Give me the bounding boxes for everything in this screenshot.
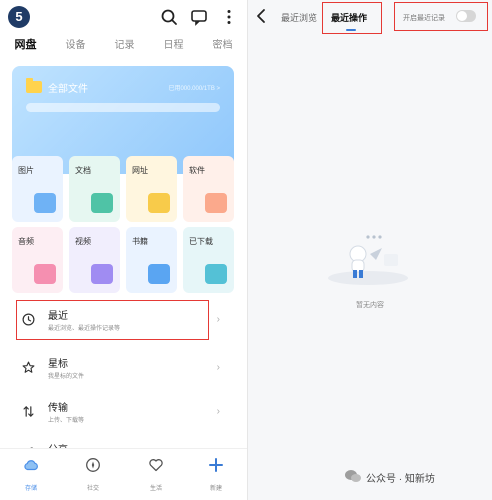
bottom-nav: 存储 社交 生活 新建 [0, 448, 247, 500]
right-screen: 最近浏览 最近操作 开启最近记录 暂无内容 公众号 · 知新坊 [248, 0, 492, 500]
book-icon [148, 264, 170, 284]
wechat-icon [345, 470, 361, 482]
heart-icon [149, 459, 163, 472]
cloud-icon [24, 460, 38, 471]
empty-state-text: 暂无内容 [356, 302, 384, 309]
star-outline-icon [22, 361, 35, 373]
transfer-icon [23, 406, 34, 417]
link-icon [205, 193, 227, 213]
chevron-right-icon: › [216, 314, 220, 325]
category-label: 文档 [75, 166, 91, 175]
highlight-box [394, 2, 488, 31]
play-icon [91, 264, 113, 284]
search-icon[interactable] [160, 8, 178, 26]
nav-new[interactable]: 新建 [196, 457, 236, 493]
nav-label: 社交 [86, 486, 99, 492]
list-item-transfer[interactable]: 传输 上传、下载等 › [12, 394, 234, 430]
avatar[interactable]: 5 [8, 6, 30, 28]
chevron-right-icon: › [216, 362, 220, 373]
list-item-title: 传输 [48, 403, 68, 414]
star-icon [148, 193, 170, 213]
category-label: 网址 [132, 166, 148, 175]
nav-life[interactable]: 生活 [136, 457, 176, 493]
left-screen: 5 网盘 设备 记录 日程 密档 全部文件 已用000.000/1TB > 图片… [0, 0, 247, 500]
nav-label: 存储 [24, 486, 37, 492]
highlight-box [16, 300, 209, 340]
more-icon[interactable] [220, 8, 238, 26]
storage-usage: 已用000.000/1TB > [168, 86, 220, 92]
storage-bar [26, 103, 220, 112]
tab-records[interactable]: 记录 [115, 36, 135, 58]
list-item-subtitle: 我星标的文件 [48, 374, 85, 380]
category-label: 图片 [18, 166, 34, 175]
category-software[interactable]: 软件 [183, 156, 234, 222]
image-icon [34, 193, 56, 213]
folder-icon [26, 78, 42, 93]
nav-label: 生活 [149, 486, 162, 492]
highlight-box [322, 2, 382, 34]
message-icon[interactable] [190, 8, 208, 26]
category-label: 软件 [189, 166, 205, 175]
plus-icon [209, 458, 223, 472]
nav-label: 新建 [209, 486, 222, 492]
nav-social[interactable]: 社交 [73, 457, 113, 493]
compass-icon [86, 458, 100, 472]
category-label: 书籍 [132, 237, 148, 246]
tab-vault[interactable]: 密档 [213, 36, 233, 58]
music-icon [34, 264, 56, 284]
list-item-subtitle: 上传、下载等 [48, 418, 85, 424]
category-audio[interactable]: 音频 [12, 227, 63, 293]
list-item-title: 星标 [48, 359, 68, 370]
category-links[interactable]: 网址 [126, 156, 177, 222]
tab-netdisk[interactable]: 网盘 [15, 36, 37, 58]
category-label: 已下载 [189, 237, 213, 246]
tab-devices[interactable]: 设备 [66, 36, 86, 58]
chevron-right-icon: › [216, 406, 220, 417]
watermark-text: 公众号 · 知新坊 [366, 474, 435, 485]
category-images[interactable]: 图片 [12, 156, 63, 222]
tab-schedule[interactable]: 日程 [164, 36, 184, 58]
tab-recent-browse[interactable]: 最近浏览 [281, 11, 317, 24]
nav-storage[interactable]: 存储 [11, 457, 51, 493]
back-arrow-icon[interactable] [254, 8, 268, 24]
list-item-starred[interactable]: 星标 我星标的文件 › [12, 350, 234, 386]
empty-state-illustration [328, 235, 408, 285]
category-documents[interactable]: 文档 [69, 156, 120, 222]
download-icon [205, 264, 227, 284]
category-downloaded[interactable]: 已下载 [183, 227, 234, 293]
document-icon [91, 193, 113, 213]
category-label: 音频 [18, 237, 34, 246]
category-books[interactable]: 书籍 [126, 227, 177, 293]
category-label: 视频 [75, 237, 91, 246]
category-video[interactable]: 视频 [69, 227, 120, 293]
all-files-title: 全部文件 [48, 84, 88, 95]
top-tabs: 网盘 设备 记录 日程 密档 [0, 36, 247, 58]
